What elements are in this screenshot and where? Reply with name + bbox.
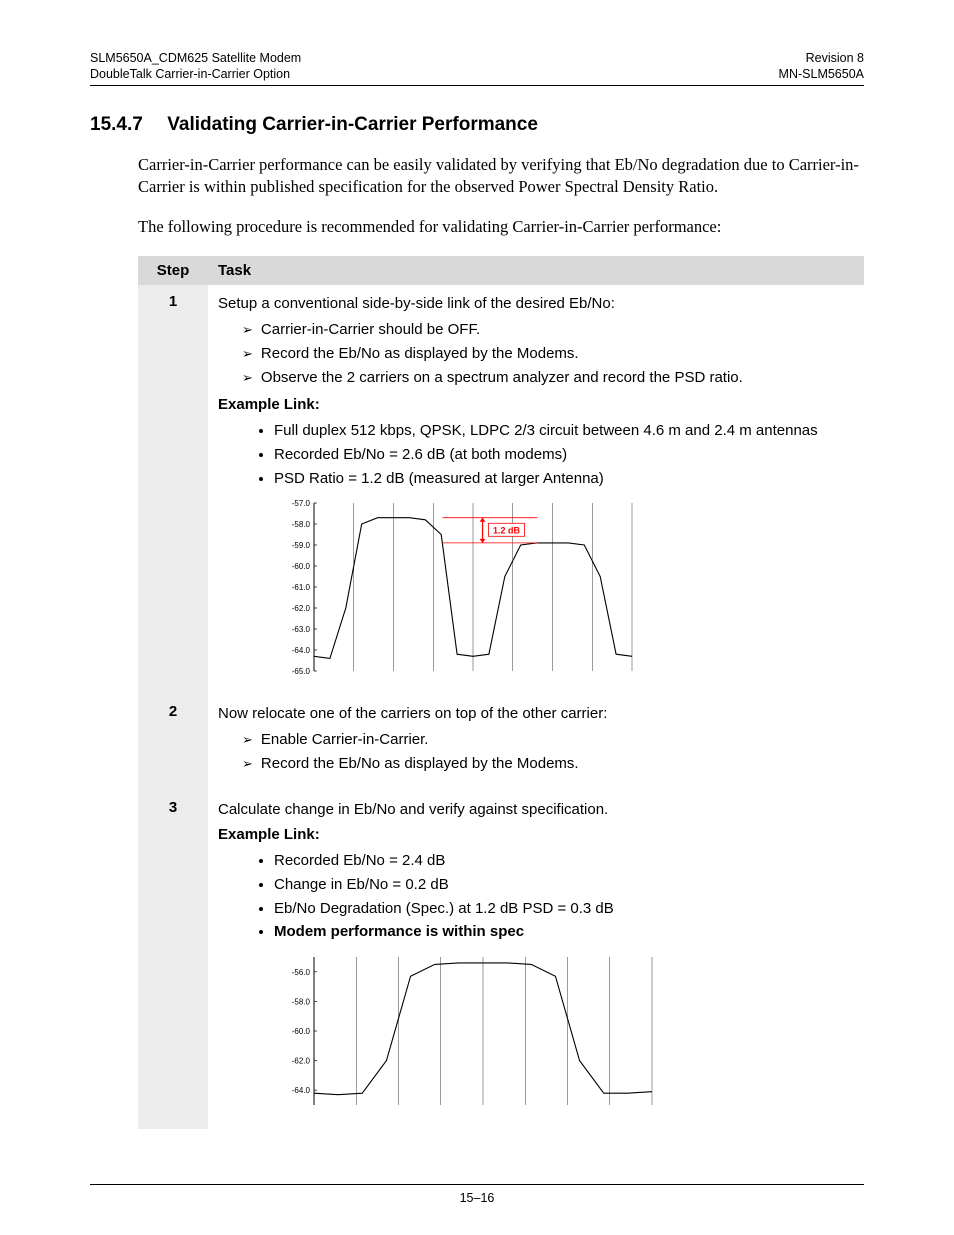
col-header-step: Step (138, 256, 208, 285)
list-item: PSD Ratio = 1.2 dB (measured at larger A… (274, 468, 854, 490)
list-item-bold: Modem performance is within spec (274, 921, 854, 943)
step-number: 2 (138, 695, 208, 790)
spectrum-chart-two-carriers: -57.0 -58.0 -59.0 -60.0 -61.0 -62.0 -63.0 -64.0… (278, 497, 854, 681)
col-header-task: Task (208, 256, 864, 285)
spectrum-chart-combined: -56.0 -58.0 -60.0 -62.0 -64.0 (278, 951, 854, 1115)
header-left-1: SLM5650A_CDM625 Satellite Modem (90, 50, 301, 66)
page-footer: 15–16 (90, 1184, 864, 1205)
list-item: Record the Eb/No as displayed by the Mod… (264, 753, 854, 775)
task-intro: Now relocate one of the carriers on top … (218, 703, 854, 725)
list-item: Recorded Eb/No = 2.4 dB (274, 850, 854, 872)
list-item: Observe the 2 carriers on a spectrum ana… (264, 367, 854, 389)
svg-text:-62.0: -62.0 (292, 604, 311, 613)
table-row: 2 Now relocate one of the carriers on to… (138, 695, 864, 790)
example-label: Example Link: (218, 394, 854, 416)
svg-text:1.2 dB: 1.2 dB (493, 526, 521, 536)
svg-text:-58.0: -58.0 (292, 520, 311, 529)
section-number: 15.4.7 (90, 114, 162, 136)
list-item: Record the Eb/No as displayed by the Mod… (264, 343, 854, 365)
svg-text:-62.0: -62.0 (292, 1057, 311, 1066)
list-item: Change in Eb/No = 0.2 dB (274, 874, 854, 896)
header-left-2: DoubleTalk Carrier-in-Carrier Option (90, 66, 301, 82)
list-item: Recorded Eb/No = 2.6 dB (at both modems) (274, 444, 854, 466)
list-item: Enable Carrier-in-Carrier. (264, 729, 854, 751)
svg-text:-59.0: -59.0 (292, 541, 311, 550)
list-item: Eb/No Degradation (Spec.) at 1.2 dB PSD … (274, 898, 854, 920)
svg-text:-63.0: -63.0 (292, 625, 311, 634)
header-rule (90, 85, 864, 86)
svg-text:-61.0: -61.0 (292, 583, 311, 592)
page-header: SLM5650A_CDM625 Satellite Modem DoubleTa… (90, 50, 864, 83)
header-right-1: Revision 8 (779, 50, 864, 66)
intro-paragraph-1: Carrier-in-Carrier performance can be ea… (138, 154, 864, 199)
table-row: 3 Calculate change in Eb/No and verify a… (138, 791, 864, 1130)
example-label: Example Link: (218, 824, 854, 846)
header-right-2: MN-SLM5650A (779, 66, 864, 82)
table-row: 1 Setup a conventional side-by-side link… (138, 285, 864, 695)
section-heading: 15.4.7 Validating Carrier-in-Carrier Per… (90, 114, 864, 136)
list-item: Carrier-in-Carrier should be OFF. (264, 319, 854, 341)
task-intro: Setup a conventional side-by-side link o… (218, 293, 854, 315)
intro-paragraph-2: The following procedure is recommended f… (138, 216, 864, 238)
list-item: Full duplex 512 kbps, QPSK, LDPC 2/3 cir… (274, 420, 854, 442)
svg-text:-64.0: -64.0 (292, 1086, 311, 1095)
svg-text:-56.0: -56.0 (292, 968, 311, 977)
svg-text:-58.0: -58.0 (292, 997, 311, 1006)
svg-text:-64.0: -64.0 (292, 646, 311, 655)
section-title: Validating Carrier-in-Carrier Performanc… (167, 114, 538, 135)
svg-text:-65.0: -65.0 (292, 667, 311, 676)
task-intro: Calculate change in Eb/No and verify aga… (218, 799, 854, 821)
procedure-table: Step Task 1 Setup a conventional side-by… (138, 256, 864, 1129)
svg-text:-60.0: -60.0 (292, 1027, 311, 1036)
page-number: 15–16 (460, 1191, 495, 1205)
step-number: 3 (138, 791, 208, 1130)
step-number: 1 (138, 285, 208, 695)
svg-text:-60.0: -60.0 (292, 562, 311, 571)
svg-text:-57.0: -57.0 (292, 499, 311, 508)
